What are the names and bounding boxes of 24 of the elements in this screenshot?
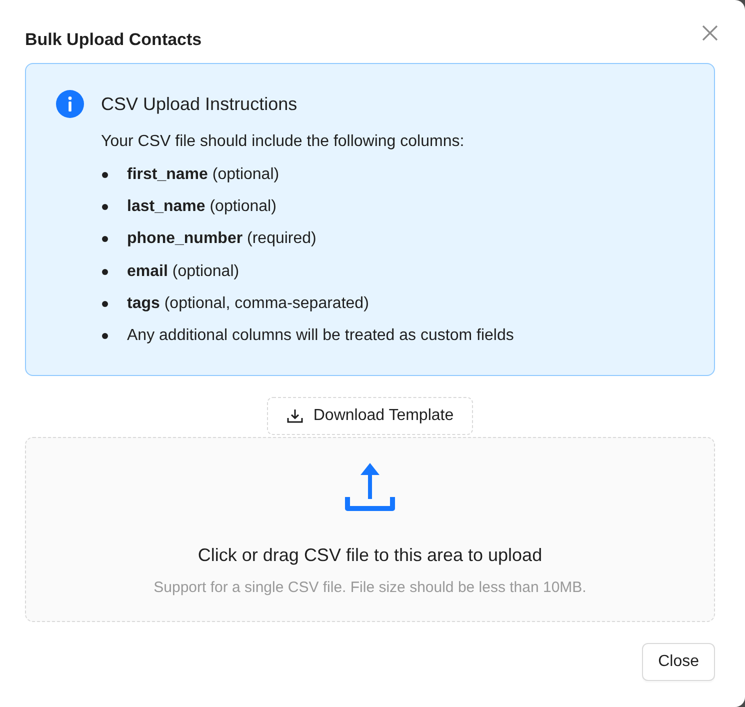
close-icon[interactable] (702, 25, 718, 41)
download-template-button[interactable]: Download Template (267, 396, 473, 435)
download-icon (287, 408, 304, 423)
bullet-icon (102, 172, 108, 178)
instructions-text: Your CSV file should include the following columns: (101, 132, 466, 152)
info-icon (56, 90, 84, 118)
bullet-icon (102, 300, 108, 307)
dialog-title: Bulk Upload Contacts (25, 29, 202, 51)
bullet-icon (102, 268, 108, 275)
upload-prompt: Click or drag CSV file to this area to upload (198, 544, 542, 567)
close-button[interactable]: Close (642, 642, 715, 681)
column-requirement: Any additional columns will be treated as custom fields (127, 326, 514, 346)
upload-hint: Support for a single CSV file. File size should be less than 10MB. (154, 578, 586, 598)
bullet-icon (102, 332, 108, 339)
instructions-title: CSV Upload Instructions (101, 93, 298, 116)
column-requirement: tags (optional, comma-separated) (127, 294, 369, 314)
bullet-icon (102, 204, 108, 210)
bullet-icon (102, 236, 108, 242)
column-requirement: first_name (optional) (127, 165, 280, 185)
upload-dropzone[interactable]: Click or drag CSV file to this area to upload Support for a single CSV file. File size should be less than 10MB. (25, 436, 715, 622)
column-requirement: last_name (optional) (127, 197, 276, 218)
column-requirement: email (optional) (127, 262, 240, 282)
column-requirement: phone_number (required) (127, 229, 316, 250)
upload-icon (345, 462, 395, 511)
